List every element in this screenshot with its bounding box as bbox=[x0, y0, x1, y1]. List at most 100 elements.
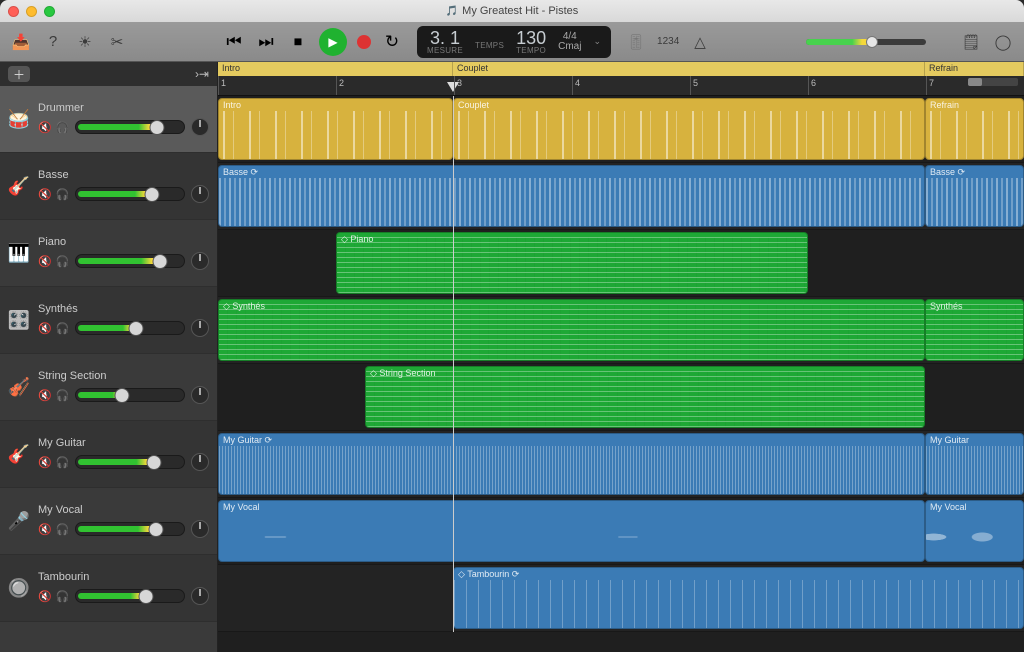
toggle-region-button[interactable]: ›⇥ bbox=[195, 67, 209, 81]
metronome-icon[interactable]: △ bbox=[689, 33, 711, 51]
play-button[interactable]: ▶ bbox=[319, 28, 347, 56]
region[interactable]: Couplet bbox=[453, 98, 925, 160]
track-header[interactable]: 🎸Basse🔇🎧 bbox=[0, 153, 217, 220]
close-window-button[interactable] bbox=[8, 6, 19, 17]
lcd-key: Cmaj bbox=[558, 42, 581, 52]
help-icon[interactable]: ? bbox=[42, 33, 64, 50]
track-volume-slider[interactable] bbox=[75, 120, 185, 134]
headphone-button[interactable]: 🎧 bbox=[56, 121, 70, 134]
track-lane[interactable]: ◇ Tambourin ⟳ bbox=[218, 565, 1024, 632]
mute-button[interactable]: 🔇 bbox=[38, 322, 52, 335]
arrangement-sections[interactable]: IntroCoupletRefrain bbox=[218, 62, 1024, 76]
headphone-button[interactable]: 🎧 bbox=[56, 322, 70, 335]
track-volume-slider[interactable] bbox=[75, 455, 185, 469]
region[interactable]: Refrain bbox=[925, 98, 1024, 160]
headphone-button[interactable]: 🎧 bbox=[56, 188, 70, 201]
pan-knob[interactable] bbox=[191, 453, 209, 471]
arrange-area[interactable]: IntroCoupletRefrain 1234567 IntroCouplet… bbox=[218, 62, 1024, 652]
mute-solo-group: 🔇🎧 bbox=[38, 523, 69, 536]
countoff-icon[interactable]: 1234 bbox=[657, 36, 679, 47]
notepad-icon[interactable]: 🗒 bbox=[960, 33, 982, 51]
lcd-dropdown-icon[interactable]: ⌄ bbox=[593, 36, 601, 47]
track-volume-slider[interactable] bbox=[75, 589, 185, 603]
mute-button[interactable]: 🔇 bbox=[38, 389, 52, 402]
arrangement-section[interactable]: Intro bbox=[218, 62, 453, 76]
region[interactable]: My Vocal bbox=[218, 500, 925, 562]
track-volume-slider[interactable] bbox=[75, 321, 185, 335]
region[interactable]: ◇ String Section bbox=[365, 366, 925, 428]
headphone-button[interactable]: 🎧 bbox=[56, 389, 70, 402]
track-lane[interactable]: Basse ⟳Basse ⟳ bbox=[218, 163, 1024, 230]
master-volume-slider[interactable] bbox=[806, 39, 926, 45]
track-volume-slider[interactable] bbox=[75, 388, 185, 402]
pan-knob[interactable] bbox=[191, 185, 209, 203]
region[interactable]: My Guitar ⟳ bbox=[218, 433, 925, 495]
minimap-scroll[interactable] bbox=[968, 78, 1018, 86]
track-lane[interactable]: ◇ Piano bbox=[218, 230, 1024, 297]
track-header[interactable]: 🔘Tambourin🔇🎧 bbox=[0, 555, 217, 622]
track-lane[interactable]: My Guitar ⟳My Guitar bbox=[218, 431, 1024, 498]
mute-button[interactable]: 🔇 bbox=[38, 255, 52, 268]
region[interactable]: Synthés bbox=[925, 299, 1024, 361]
mute-button[interactable]: 🔇 bbox=[38, 121, 52, 134]
region[interactable]: ◇ Tambourin ⟳ bbox=[453, 567, 1024, 629]
region[interactable]: Basse ⟳ bbox=[925, 165, 1024, 227]
track-instrument-icon: 🎸 bbox=[8, 444, 30, 465]
track-lane[interactable]: ◇ SynthésSynthés bbox=[218, 297, 1024, 364]
track-volume-slider[interactable] bbox=[75, 522, 185, 536]
headphone-button[interactable]: 🎧 bbox=[56, 523, 70, 536]
sidebar-header: ＋ ›⇥ bbox=[0, 62, 217, 86]
pan-knob[interactable] bbox=[191, 520, 209, 538]
loops-icon[interactable]: ◯ bbox=[992, 33, 1014, 51]
pan-knob[interactable] bbox=[191, 252, 209, 270]
forward-button[interactable]: ⏭ bbox=[255, 32, 277, 52]
mute-button[interactable]: 🔇 bbox=[38, 188, 52, 201]
track-instrument-icon: 🎸 bbox=[8, 176, 30, 197]
scissors-icon[interactable]: ✂︎ bbox=[106, 33, 128, 51]
track-volume-slider[interactable] bbox=[75, 187, 185, 201]
track-header[interactable]: 🎛️Synthés🔇🎧 bbox=[0, 287, 217, 354]
tuner-icon[interactable]: 🎚 bbox=[625, 33, 647, 51]
track-lane[interactable]: ◇ String Section bbox=[218, 364, 1024, 431]
region[interactable]: Intro bbox=[218, 98, 453, 160]
track-header[interactable]: 🎹Piano🔇🎧 bbox=[0, 220, 217, 287]
minimize-window-button[interactable] bbox=[26, 6, 37, 17]
mute-button[interactable]: 🔇 bbox=[38, 523, 52, 536]
rewind-button[interactable]: ⏮ bbox=[223, 32, 245, 52]
mute-button[interactable]: 🔇 bbox=[38, 456, 52, 469]
headphone-button[interactable]: 🎧 bbox=[56, 255, 70, 268]
ruler-bar-number: 1 bbox=[221, 78, 226, 88]
region[interactable]: ◇ Piano bbox=[336, 232, 808, 294]
pan-knob[interactable] bbox=[191, 386, 209, 404]
timeline-ruler[interactable]: 1234567 bbox=[218, 76, 1024, 96]
headphone-button[interactable]: 🎧 bbox=[56, 590, 70, 603]
pan-knob[interactable] bbox=[191, 118, 209, 136]
track-header[interactable]: 🎤My Vocal🔇🎧 bbox=[0, 488, 217, 555]
track-header[interactable]: 🎻String Section🔇🎧 bbox=[0, 354, 217, 421]
track-volume-slider[interactable] bbox=[75, 254, 185, 268]
arrangement-section[interactable]: Refrain bbox=[925, 62, 1024, 76]
library-icon[interactable]: 📥 bbox=[10, 33, 32, 51]
arrangement-section[interactable]: Couplet bbox=[453, 62, 925, 76]
add-track-button[interactable]: ＋ bbox=[8, 66, 30, 82]
headphone-button[interactable]: 🎧 bbox=[56, 456, 70, 469]
pan-knob[interactable] bbox=[191, 319, 209, 337]
region[interactable]: My Vocal bbox=[925, 500, 1024, 562]
track-header[interactable]: 🎸My Guitar🔇🎧 bbox=[0, 421, 217, 488]
cycle-button[interactable]: ↻ bbox=[381, 32, 403, 52]
region[interactable]: Basse ⟳ bbox=[218, 165, 925, 227]
record-button[interactable] bbox=[357, 35, 371, 49]
region[interactable]: ◇ Synthés bbox=[218, 299, 925, 361]
track-header[interactable]: 🥁Drummer🔇🎧 bbox=[0, 86, 217, 153]
track-lane[interactable]: My VocalMy Vocal bbox=[218, 498, 1024, 565]
transport-controls: ⏮ ⏭ ⏹ ▶ ↻ bbox=[223, 28, 403, 56]
zoom-window-button[interactable] bbox=[44, 6, 55, 17]
ruler-bar-number: 4 bbox=[575, 78, 580, 88]
region[interactable]: My Guitar bbox=[925, 433, 1024, 495]
mute-button[interactable]: 🔇 bbox=[38, 590, 52, 603]
lcd-display[interactable]: 3. 1 MESURE . TEMPS 130 TEMPO 4/4 Cmaj ⌄ bbox=[417, 26, 611, 58]
settings-icon[interactable]: ☀︎ bbox=[74, 33, 96, 51]
stop-button[interactable]: ⏹ bbox=[287, 32, 309, 52]
track-lane[interactable]: IntroCoupletRefrain bbox=[218, 96, 1024, 163]
pan-knob[interactable] bbox=[191, 587, 209, 605]
